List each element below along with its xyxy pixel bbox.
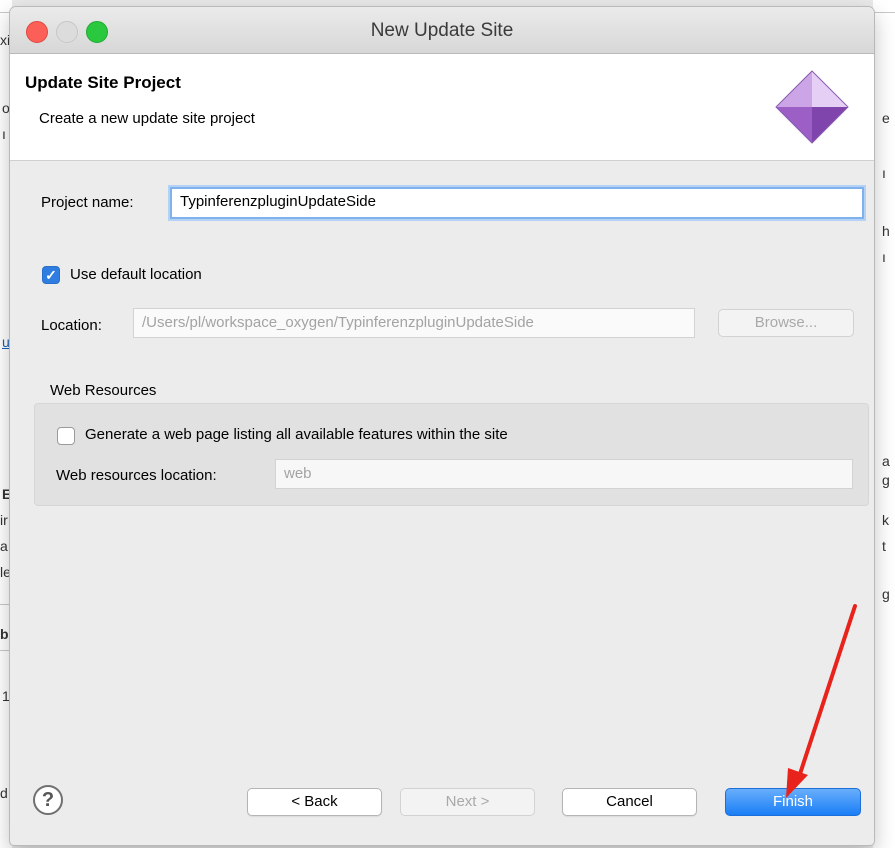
help-icon[interactable]: ? [33, 785, 63, 815]
background-text: o [2, 100, 10, 116]
location-label: Location: [41, 317, 102, 334]
finish-button[interactable]: Finish [725, 788, 861, 816]
background-text: ı [2, 126, 6, 142]
wizard-banner: Update Site Project Create a new update … [10, 54, 874, 161]
generate-web-page-checkbox[interactable] [57, 427, 75, 445]
banner-description: Create a new update site project [39, 110, 255, 127]
window-title: New Update Site [370, 20, 514, 41]
generate-web-page-label[interactable]: Generate a web page listing all availabl… [85, 426, 508, 443]
web-resources-location-label: Web resources location: [56, 467, 217, 484]
cancel-button[interactable]: Cancel [562, 788, 697, 816]
background-text: g [882, 586, 890, 602]
use-default-location-label[interactable]: Use default location [70, 266, 202, 283]
purple-gem-icon [775, 70, 849, 144]
background-text: b [0, 626, 9, 642]
background-text: 1 [2, 688, 10, 704]
banner-title: Update Site Project [25, 73, 181, 92]
project-name-label: Project name: [41, 194, 134, 211]
browse-button[interactable]: Browse... [718, 309, 854, 337]
web-resources-title: Web Resources [50, 382, 157, 399]
background-text: ir [0, 512, 8, 528]
background-text: g [882, 472, 890, 488]
back-button[interactable]: < Back [247, 788, 382, 816]
web-resources-group [34, 403, 869, 506]
background-text: d [0, 785, 8, 801]
title-bar[interactable]: New Update Site [10, 7, 874, 54]
use-default-location-checkbox[interactable]: ✓ [42, 266, 60, 284]
new-update-site-dialog: New Update Site Update Site Project Crea… [10, 7, 874, 845]
background-text: h [882, 223, 890, 239]
background-text: a [0, 538, 8, 554]
background-text: k [882, 512, 889, 528]
next-button[interactable]: Next > [400, 788, 535, 816]
background-text: ı [882, 249, 886, 265]
background-text: t [882, 538, 886, 554]
background-text: e [882, 110, 890, 126]
background-text: a [882, 453, 890, 469]
project-name-input[interactable]: TypinferenzpluginUpdateSide [170, 187, 864, 219]
background-link[interactable]: u [2, 334, 10, 350]
web-resources-location-input[interactable]: web [275, 459, 853, 489]
background-text: ı [882, 165, 886, 181]
location-input[interactable]: /Users/pl/workspace_oxygen/Typinferenzpl… [133, 308, 695, 338]
background-text: xi [0, 32, 11, 48]
background-right-strip [873, 0, 895, 848]
